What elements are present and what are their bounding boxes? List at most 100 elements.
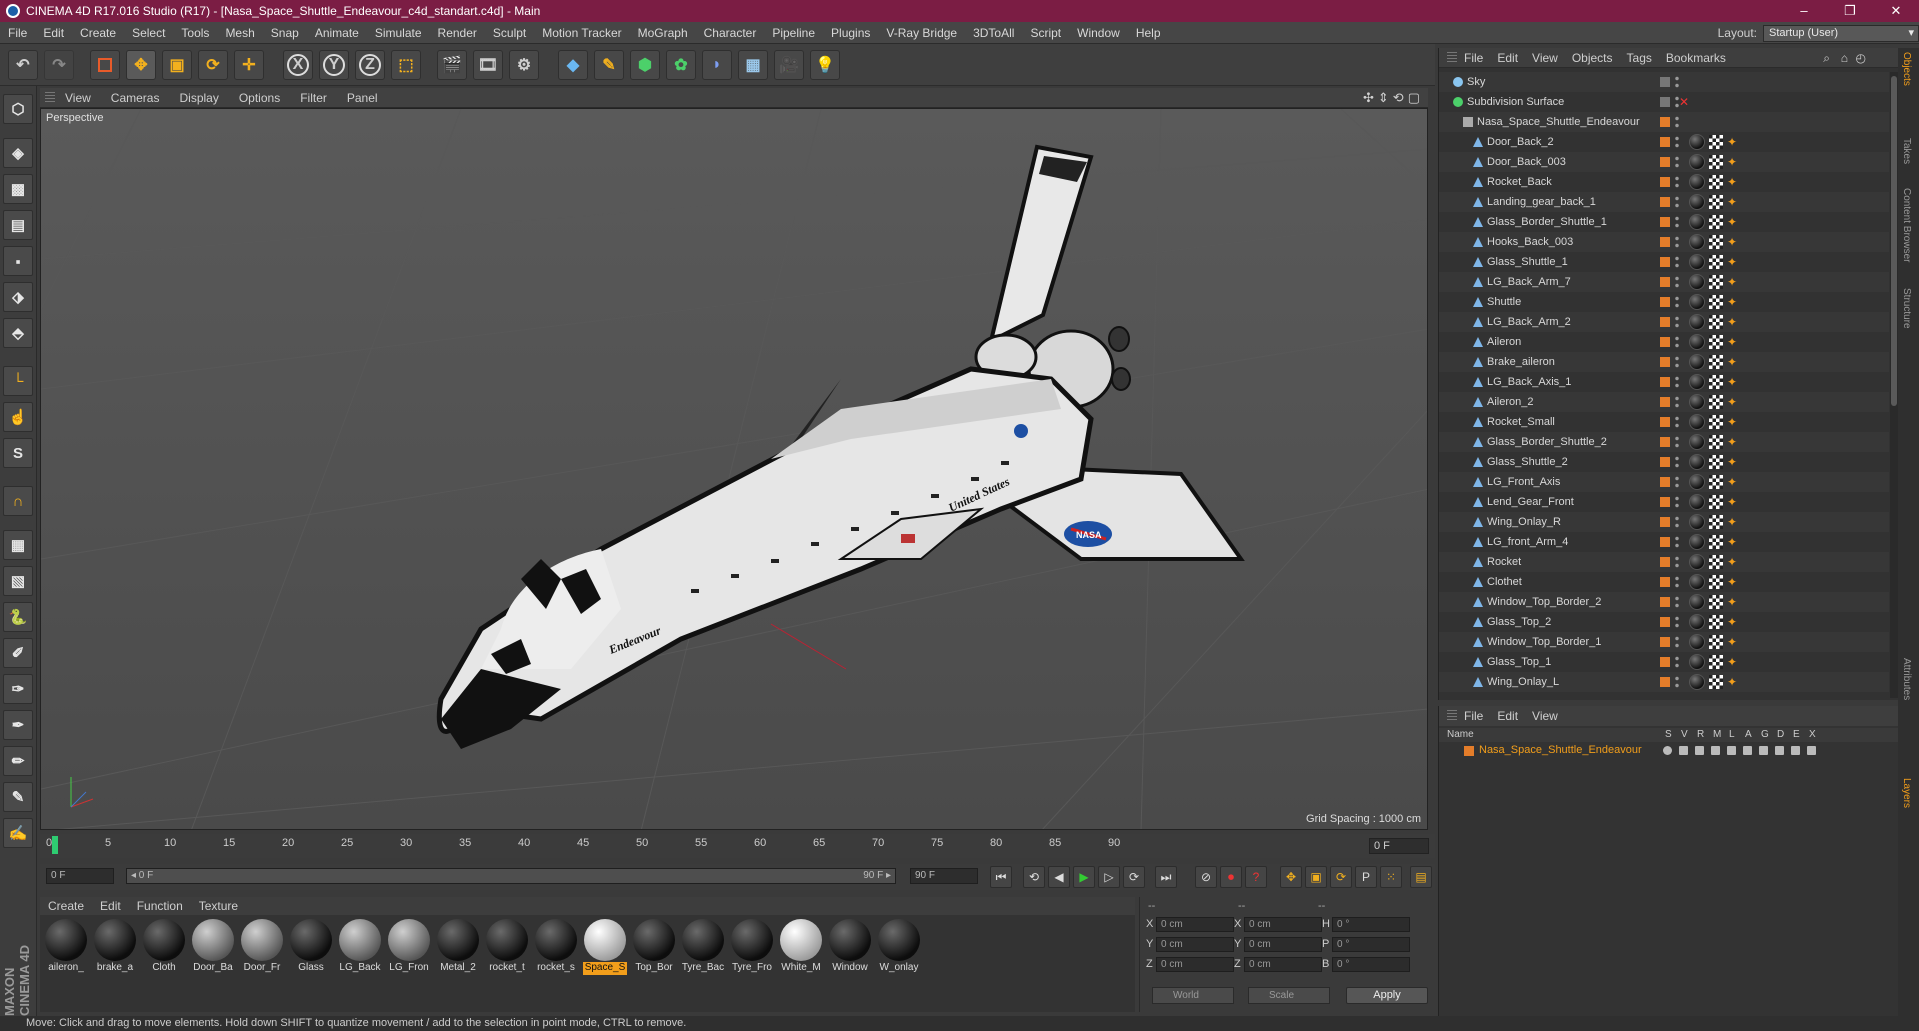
menu-file[interactable]: File — [0, 22, 35, 44]
phong-tag-icon[interactable]: ✦ — [1727, 576, 1737, 588]
phong-tag-icon[interactable]: ✦ — [1727, 376, 1737, 388]
visibility-dots-icon[interactable] — [1675, 575, 1679, 589]
viewport-menu-filter[interactable]: Filter — [290, 91, 337, 105]
texture-tag-icon[interactable] — [1709, 635, 1723, 649]
panel-grip-icon[interactable] — [1447, 51, 1457, 64]
points-mode-icon[interactable]: ⬝ — [3, 246, 33, 276]
generators-icon[interactable] — [1759, 746, 1768, 755]
search-icon[interactable]: ⌕ — [1823, 51, 1830, 66]
layer-menu-view[interactable]: View — [1525, 709, 1565, 723]
texture-tag-icon[interactable] — [1709, 535, 1723, 549]
phong-tag-icon[interactable]: ✦ — [1727, 496, 1737, 508]
size-value-field[interactable]: 0 cm — [1244, 917, 1322, 932]
layer-color-swatch[interactable] — [1660, 257, 1670, 267]
menu-render[interactable]: Render — [430, 22, 485, 44]
texture-tag-icon[interactable] — [1709, 155, 1723, 169]
coordinate-space-select[interactable]: World — [1152, 987, 1234, 1004]
texture-tag-icon[interactable] — [1709, 515, 1723, 529]
material-swatch[interactable]: Door_Fr — [240, 919, 284, 976]
cloner-icon[interactable]: ✿ — [666, 50, 696, 80]
object-row-sky[interactable]: Sky — [1439, 72, 1889, 92]
maximize-view-icon[interactable]: ▢ — [1408, 90, 1420, 106]
keyframe-selection-icon[interactable]: ? — [1245, 866, 1267, 888]
render-settings-icon[interactable]: ⚙ — [509, 50, 539, 80]
layer-column-l[interactable]: L — [1729, 729, 1735, 740]
object-menu-view[interactable]: View — [1525, 51, 1565, 65]
object-row-nasa-space-shuttle-endeavour[interactable]: Nasa_Space_Shuttle_Endeavour — [1439, 112, 1889, 132]
material-tag-icon[interactable] — [1689, 374, 1705, 390]
layer-color-swatch[interactable] — [1660, 217, 1670, 227]
visibility-dots-icon[interactable] — [1675, 195, 1679, 209]
object-row-window-top-border-1[interactable]: Window_Top_Border_1 ✦ — [1439, 632, 1889, 652]
key-rotation-icon[interactable]: ⟳ — [1330, 866, 1352, 888]
cube-icon[interactable]: ◆ — [558, 50, 588, 80]
pen-spline-icon[interactable]: ✎ — [594, 50, 624, 80]
object-row-lg-back-axis-1[interactable]: LG_Back_Axis_1 ✦ — [1439, 372, 1889, 392]
visibility-dots-icon[interactable] — [1675, 555, 1679, 569]
layer-menu-edit[interactable]: Edit — [1490, 709, 1525, 723]
manager-icon[interactable] — [1711, 746, 1720, 755]
layer-color-swatch[interactable] — [1660, 117, 1670, 127]
layer-color-swatch[interactable] — [1660, 597, 1670, 607]
minimize-button[interactable]: – — [1781, 0, 1827, 22]
layer-color-swatch[interactable] — [1660, 537, 1670, 547]
texture-tag-icon[interactable] — [1709, 375, 1723, 389]
key-parameter-icon[interactable]: P — [1355, 866, 1377, 888]
material-tag-icon[interactable] — [1689, 594, 1705, 610]
layer-color-swatch[interactable] — [1660, 357, 1670, 367]
menu-mograph[interactable]: MoGraph — [630, 22, 696, 44]
layer-column-v[interactable]: V — [1681, 729, 1688, 740]
layer-color-swatch[interactable] — [1660, 77, 1670, 87]
orbit-icon[interactable]: ⟲ — [1393, 90, 1404, 106]
object-row-lg-back-arm-2[interactable]: LG_Back_Arm_2 ✦ — [1439, 312, 1889, 332]
flatten-brush-icon[interactable]: ✏ — [3, 746, 33, 776]
layer-color-swatch[interactable] — [1660, 317, 1670, 327]
object-row-clothet[interactable]: Clothet ✦ — [1439, 572, 1889, 592]
close-button[interactable]: ✕ — [1873, 0, 1919, 22]
phong-tag-icon[interactable]: ✦ — [1727, 476, 1737, 488]
phong-tag-icon[interactable]: ✦ — [1727, 196, 1737, 208]
phong-tag-icon[interactable]: ✦ — [1727, 676, 1737, 688]
record-keys-icon[interactable]: ⊘ — [1195, 866, 1217, 888]
render-picture-viewer-icon[interactable]: 🎞 — [473, 50, 503, 80]
phong-tag-icon[interactable]: ✦ — [1727, 156, 1737, 168]
layer-color-swatch[interactable] — [1660, 157, 1670, 167]
phong-tag-icon[interactable]: ✦ — [1727, 596, 1737, 608]
visibility-dots-icon[interactable] — [1675, 455, 1679, 469]
material-swatch[interactable]: Glass — [289, 919, 333, 976]
menu-window[interactable]: Window — [1069, 22, 1128, 44]
material-tag-icon[interactable] — [1689, 474, 1705, 490]
layer-color-swatch[interactable] — [1660, 417, 1670, 427]
layer-color-swatch[interactable] — [1660, 437, 1670, 447]
deformer-icon[interactable]: ◗ — [702, 50, 732, 80]
layout-select[interactable]: Startup (User) — [1763, 24, 1919, 42]
texture-tag-icon[interactable] — [1709, 315, 1723, 329]
play-icon[interactable]: ▶ — [1073, 866, 1095, 888]
layer-color-swatch[interactable] — [1660, 577, 1670, 587]
layer-color-swatch[interactable] — [1464, 746, 1474, 756]
texture-tag-icon[interactable] — [1709, 215, 1723, 229]
material-tag-icon[interactable] — [1689, 334, 1705, 350]
previous-frame-icon[interactable]: ◀ — [1048, 866, 1070, 888]
layer-column-name[interactable]: Name — [1447, 729, 1474, 740]
phong-tag-icon[interactable]: ✦ — [1727, 136, 1737, 148]
side-tab-structure[interactable]: Structure — [1901, 288, 1912, 329]
visibility-dots-icon[interactable] — [1675, 335, 1679, 349]
menu-sculpt[interactable]: Sculpt — [485, 22, 534, 44]
visibility-dots-icon[interactable] — [1675, 75, 1679, 89]
phong-tag-icon[interactable]: ✦ — [1727, 356, 1737, 368]
soft-selection-icon[interactable]: S — [3, 438, 33, 468]
z-axis-button[interactable]: Z — [355, 50, 385, 80]
coordinate-mode-select[interactable]: Scale — [1248, 987, 1330, 1004]
home-icon[interactable]: ⌂ — [1841, 51, 1848, 65]
viewport-menu-panel[interactable]: Panel — [337, 91, 388, 105]
camera-icon[interactable]: 🎥 — [774, 50, 804, 80]
material-swatch[interactable]: rocket_s — [534, 919, 578, 976]
material-tag-icon[interactable] — [1689, 434, 1705, 450]
edges-mode-icon[interactable]: ⬗ — [3, 282, 33, 312]
layer-color-swatch[interactable] — [1660, 477, 1670, 487]
material-swatch[interactable]: Cloth — [142, 919, 186, 976]
object-row-lg-back-arm-7[interactable]: LG_Back_Arm_7 ✦ — [1439, 272, 1889, 292]
menu-character[interactable]: Character — [696, 22, 765, 44]
phong-tag-icon[interactable]: ✦ — [1727, 336, 1737, 348]
